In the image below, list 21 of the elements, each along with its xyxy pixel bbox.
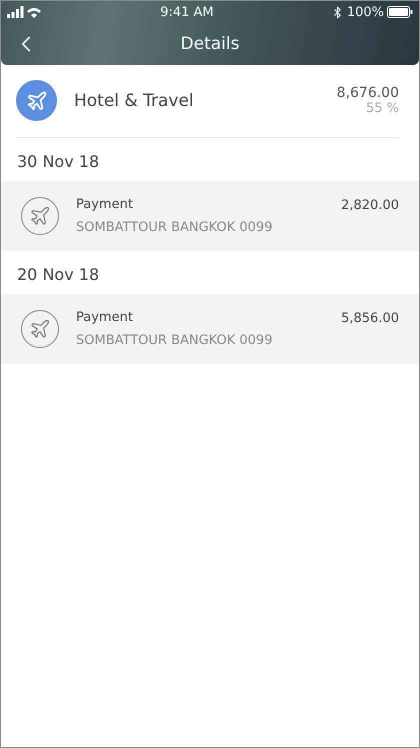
airplane-icon bbox=[16, 80, 57, 121]
merchant-name: SOMBATTOUR BANGKOK 0099 bbox=[76, 220, 274, 235]
transaction-type: Payment bbox=[76, 197, 134, 212]
status-time: 9:41 AM bbox=[160, 4, 214, 20]
transaction-amount: 5,856.00 bbox=[341, 311, 399, 326]
battery-percentage: 100% bbox=[346, 4, 384, 20]
transaction-row[interactable]: Payment SOMBATTOUR BANGKOK 0099 2,820.00 bbox=[1, 181, 419, 251]
transaction-amount: 2,820.00 bbox=[341, 198, 399, 213]
category-share: 55 % bbox=[366, 101, 399, 116]
transaction-row[interactable]: Payment SOMBATTOUR BANGKOK 0099 5,856.00 bbox=[1, 294, 419, 364]
airplane-icon bbox=[21, 197, 59, 235]
category-amount: 8,676.00 bbox=[336, 85, 399, 101]
merchant-name: SOMBATTOUR BANGKOK 0099 bbox=[76, 333, 274, 348]
airplane-icon bbox=[21, 310, 59, 348]
date-heading: 20 Nov 18 bbox=[16, 264, 100, 286]
transaction-type: Payment bbox=[76, 310, 134, 325]
battery-icon bbox=[386, 6, 413, 18]
signal-icon bbox=[7, 6, 43, 18]
page-title: Details bbox=[180, 34, 240, 54]
date-heading: 30 Nov 18 bbox=[16, 151, 100, 173]
category-name: Hotel & Travel bbox=[74, 90, 195, 110]
